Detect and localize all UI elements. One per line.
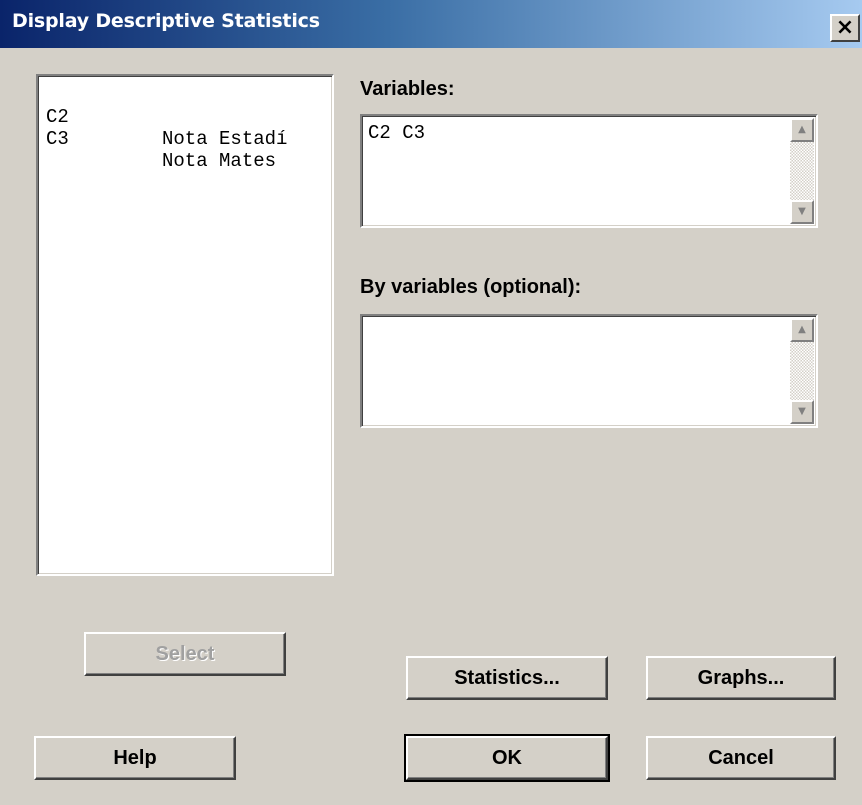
close-icon: × (835, 15, 855, 40)
variables-label: Variables: (360, 78, 455, 100)
help-button[interactable]: Help (34, 736, 236, 780)
cancel-button[interactable]: Cancel (646, 736, 836, 780)
variables-value: C2 C3 (368, 122, 426, 144)
statistics-button[interactable]: Statistics... (406, 656, 608, 700)
ok-button[interactable]: OK (404, 734, 610, 782)
scroll-up-button[interactable]: ▲ (790, 118, 814, 142)
scroll-up-icon: ▲ (798, 324, 806, 335)
column-list[interactable]: C2 Nota Estadí C3 Nota Mates (36, 74, 334, 576)
column-name: Nota Estadí (162, 128, 288, 150)
select-button[interactable]: Select (84, 632, 286, 676)
variables-input[interactable]: C2 C3 ▲ ▼ (360, 114, 818, 228)
close-button[interactable]: × (830, 14, 860, 42)
list-item[interactable]: C3 Nota Mates (46, 106, 326, 172)
scroll-down-icon: ▼ (798, 206, 806, 217)
by-variables-scrollbar[interactable]: ▲ ▼ (790, 318, 814, 424)
column-id: C3 (46, 128, 69, 150)
scroll-down-button[interactable]: ▼ (790, 200, 814, 224)
scroll-up-icon: ▲ (798, 124, 806, 135)
scroll-up-button[interactable]: ▲ (790, 318, 814, 342)
variables-scrollbar[interactable]: ▲ ▼ (790, 118, 814, 224)
scroll-down-button[interactable]: ▼ (790, 400, 814, 424)
title-bar: Display Descriptive Statistics × (0, 0, 862, 48)
scroll-down-icon: ▼ (798, 406, 806, 417)
by-variables-input[interactable]: ▲ ▼ (360, 314, 818, 428)
column-name: Nota Mates (162, 150, 277, 172)
window-title: Display Descriptive Statistics (12, 10, 320, 32)
by-variables-label: By variables (optional): (360, 276, 582, 298)
graphs-button[interactable]: Graphs... (646, 656, 836, 700)
list-item[interactable]: C2 Nota Estadí (46, 84, 326, 150)
